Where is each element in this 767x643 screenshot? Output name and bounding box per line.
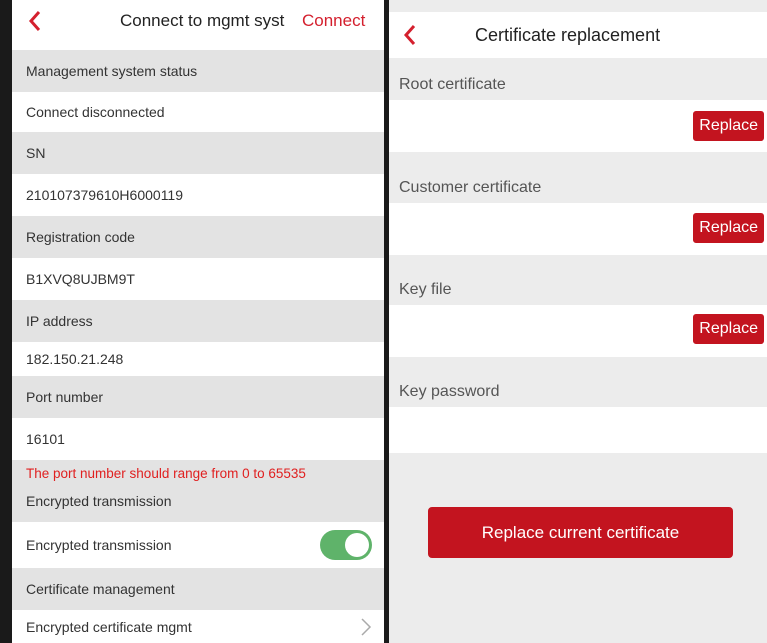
encrypted-cert-mgmt-label: Encrypted certificate mgmt [26, 618, 192, 635]
ip-address-label: IP address [12, 300, 384, 342]
sn-label: SN [12, 132, 384, 174]
port-number-label: Port number [12, 376, 384, 418]
encrypted-section-label: Encrypted transmission [26, 493, 172, 509]
key-password-input[interactable] [389, 407, 767, 453]
left-header: Connect to mgmt syst Connect [12, 0, 384, 42]
toggle-knob [345, 533, 369, 557]
root-certificate-row: Replace [389, 100, 767, 152]
certificate-management-label: Certificate management [12, 568, 384, 610]
sn-value: 210107379610H6000119 [12, 174, 384, 216]
ip-address-value[interactable]: 182.150.21.248 [12, 342, 384, 376]
customer-certificate-row: Replace [389, 203, 767, 255]
replace-root-button[interactable]: Replace [693, 111, 764, 141]
port-warning: The port number should range from 0 to 6… [26, 466, 306, 481]
key-file-label: Key file [399, 281, 452, 298]
encrypted-cert-mgmt-item[interactable]: Encrypted certificate mgmt [12, 610, 384, 643]
port-warning-block: The port number should range from 0 to 6… [12, 460, 384, 522]
replace-current-certificate-button[interactable]: Replace current certificate [428, 507, 733, 558]
connect-status: Connect disconnected [12, 92, 384, 132]
root-certificate-label: Root certificate [399, 76, 506, 93]
right-header: Certificate replacement [389, 12, 767, 58]
key-file-row: Replace [389, 305, 767, 357]
replace-customer-button[interactable]: Replace [693, 213, 764, 243]
encrypted-transmission-label: Encrypted transmission [26, 537, 172, 553]
customer-certificate-label: Customer certificate [399, 179, 542, 196]
registration-code-label: Registration code [12, 216, 384, 258]
encrypted-transmission-toggle[interactable] [320, 530, 372, 560]
port-number-value[interactable]: 16101 [12, 418, 384, 460]
back-icon[interactable] [399, 22, 423, 48]
chevron-right-icon [360, 617, 372, 640]
certificate-replacement-panel: Certificate replacement Root certificate… [389, 0, 767, 643]
key-password-label: Key password [399, 383, 500, 400]
page-title: Certificate replacement [475, 25, 661, 45]
replace-key-file-button[interactable]: Replace [693, 314, 764, 344]
mgmt-status-label: Management system status [12, 50, 384, 92]
back-icon[interactable] [24, 8, 48, 34]
connect-mgmt-panel: Connect to mgmt syst Connect Management … [12, 0, 384, 643]
registration-code-value: B1XVQ8UJBM9T [12, 258, 384, 300]
page-title: Connect to mgmt syst [120, 11, 285, 30]
connect-button[interactable]: Connect [302, 11, 365, 31]
encrypted-transmission-row: Encrypted transmission [12, 522, 384, 568]
